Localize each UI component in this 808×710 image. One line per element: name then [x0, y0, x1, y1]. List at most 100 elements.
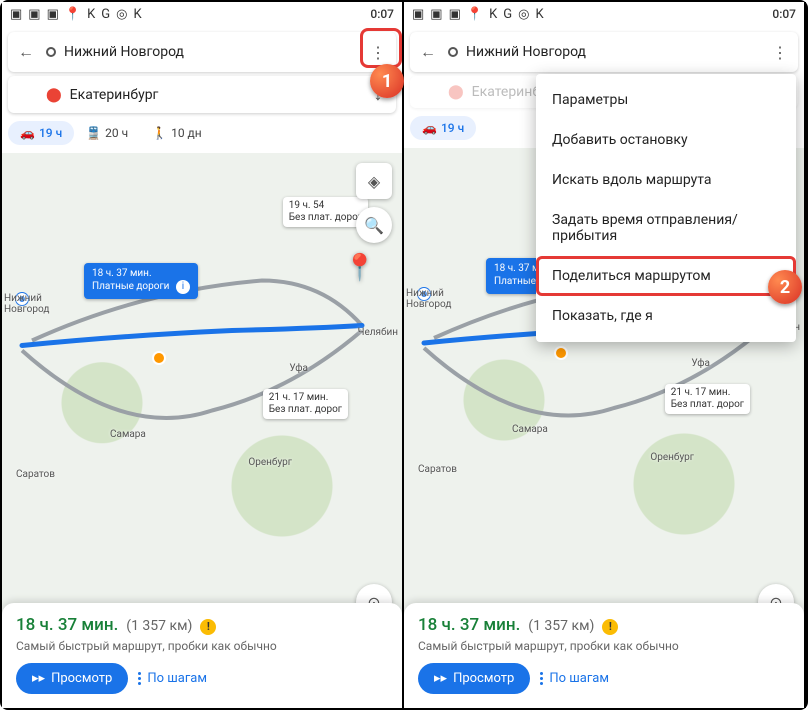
app-icon: G [101, 8, 110, 21]
overflow-menu-button[interactable]: ⋮ [768, 40, 792, 64]
directions-header: ← Нижний Новгород ⋮ ⬤ Екатеринбург Парам… [404, 26, 804, 112]
city-orenburg: Оренбург [650, 452, 694, 463]
car-icon: 🚗 [422, 121, 437, 135]
app-icon: ▣ [47, 8, 59, 21]
steps-button[interactable]: По шагам [138, 671, 207, 686]
status-bar: ▣ ▣ ▣ 📍 K G ◎ K 0:07 [2, 2, 402, 26]
app-icon: K [535, 8, 543, 21]
route-alt2-label[interactable]: 21 ч. 17 мин. Без плат. дорог [665, 384, 750, 414]
origin-circle-icon [448, 47, 458, 57]
app-icon: ▣ [412, 8, 424, 21]
app-icon: K [489, 8, 497, 21]
status-bar: ▣ ▣ ▣ 📍 K G ◎ K 0:07 [404, 2, 804, 26]
menu-params[interactable]: Параметры [536, 80, 796, 120]
pin-status-icon: 📍 [467, 8, 483, 21]
app-icon: ◎ [116, 8, 127, 21]
summary-duration: 18 ч. 37 мин. [418, 615, 520, 635]
origin-row[interactable]: ← Нижний Новгород ⋮ [8, 32, 396, 72]
mode-tab-transit[interactable]: 🚆 20 ч [74, 121, 140, 145]
route-primary-label[interactable]: 18 ч. 37 мин. Платные дороги i [84, 263, 198, 299]
layers-button[interactable]: ◈ [356, 163, 392, 199]
menu-add-stop[interactable]: Добавить остановку [536, 120, 796, 160]
city-nn: Нижний Новгород [406, 288, 451, 310]
route-alt2-label[interactable]: 21 ч. 17 мин. Без плат. дорог [263, 389, 348, 419]
city-chel: Челябин [358, 327, 398, 338]
pin-status-icon: 📍 [65, 8, 81, 21]
steps-icon [540, 672, 543, 685]
summary-duration: 18 ч. 37 мин. [16, 615, 118, 635]
walk-icon: 🚶 [152, 126, 167, 140]
callout-2: 2 [768, 270, 802, 304]
mode-tab-walk[interactable]: 🚶 10 дн [140, 121, 214, 145]
route-alt2-time: 21 ч. 17 мин. [269, 392, 329, 403]
overflow-menu: Параметры Добавить остановку Искать вдол… [536, 74, 796, 342]
car-icon: 🚗 [20, 126, 35, 140]
menu-share-route[interactable]: Поделиться маршрутом [536, 256, 796, 296]
phone-right: ▣ ▣ ▣ 📍 K G ◎ K 0:07 ← Нижний Новгород ⋮… [404, 2, 806, 708]
map[interactable]: 📍 18 ч. 37 мин. Платные дороги i 19 ч. 5… [2, 153, 402, 708]
route-alt1-sub: Без плат. дорог [289, 212, 362, 223]
callout-1: 1 [370, 64, 404, 98]
steps-button[interactable]: По шагам [540, 671, 609, 686]
steps-label: По шагам [549, 671, 609, 686]
app-icon: K [87, 8, 95, 21]
route-primary-sub: Платные дороги [92, 281, 169, 292]
mode-transit-label: 20 ч [105, 126, 128, 140]
route-alt2-sub: Без плат. дорог [269, 404, 342, 415]
menu-show-me[interactable]: Показать, где я [536, 296, 796, 336]
menu-search-along[interactable]: Искать вдоль маршрута [536, 160, 796, 200]
app-icon: ▣ [449, 8, 461, 21]
city-ufa: Уфа [289, 363, 308, 374]
app-icon: ▣ [430, 8, 442, 21]
destination-pin-icon: ⬤ [448, 84, 464, 100]
back-button[interactable]: ← [416, 40, 440, 64]
summary-distance: (1 357 км) [528, 618, 594, 634]
origin-circle-icon [46, 47, 56, 57]
preview-button[interactable]: ▸▸ Просмотр [418, 663, 530, 694]
travel-mode-tabs: 🚗 19 ч 🚆 20 ч 🚶 10 дн [2, 117, 402, 153]
preview-button[interactable]: ▸▸ Просмотр [16, 663, 128, 694]
city-ufa: Уфа [691, 358, 710, 369]
city-orenburg: Оренбург [248, 457, 292, 468]
summary-distance: (1 357 км) [126, 618, 192, 634]
directions-header: ← Нижний Новгород ⋮ ⬤ Екатеринбург ↕ 1 [2, 26, 402, 117]
mode-car-label: 19 ч [39, 126, 62, 140]
train-icon: 🚆 [86, 126, 101, 140]
city-nn: Нижний Новгород [4, 293, 49, 315]
route-summary-sheet: 18 ч. 37 мин. (1 357 км) ! Самый быстрый… [404, 603, 804, 708]
warning-icon[interactable]: ! [200, 619, 216, 635]
summary-subtitle: Самый быстрый маршрут, пробки как обычно [16, 639, 388, 653]
destination-row[interactable]: ⬤ Екатеринбург ↕ [8, 76, 396, 113]
app-icon: ▣ [10, 8, 22, 21]
mode-car-label: 19 ч [441, 121, 464, 135]
route-alt2-time: 21 ч. 17 мин. [671, 387, 731, 398]
origin-field[interactable]: Нижний Новгород [64, 44, 358, 60]
callout-1-highlight [360, 28, 402, 68]
mode-tab-car[interactable]: 🚗 19 ч [410, 116, 476, 140]
destination-field[interactable]: Екатеринбург [70, 87, 358, 103]
app-icon: K [133, 8, 141, 21]
phone-left: ▣ ▣ ▣ 📍 K G ◎ K 0:07 ← Нижний Новгород ⋮… [2, 2, 404, 708]
back-button[interactable]: ← [14, 40, 38, 64]
traffic-marker [554, 346, 568, 360]
app-icon: ▣ [28, 8, 40, 21]
mode-tab-car[interactable]: 🚗 19 ч [8, 121, 74, 145]
mode-walk-label: 10 дн [171, 126, 202, 140]
city-saratov: Саратов [418, 464, 457, 475]
search-map-button[interactable]: 🔍 [356, 207, 392, 243]
destination-marker: 📍 [344, 253, 376, 283]
origin-row[interactable]: ← Нижний Новгород ⋮ [410, 32, 798, 72]
route-primary-time: 18 ч. 37 мин. [92, 268, 152, 279]
menu-set-time[interactable]: Задать время отправления/прибытия [536, 200, 796, 256]
traffic-marker [152, 351, 166, 365]
summary-subtitle: Самый быстрый маршрут, пробки как обычно [418, 639, 790, 653]
city-samara: Самара [110, 429, 146, 440]
warning-icon[interactable]: ! [602, 619, 618, 635]
origin-field[interactable]: Нижний Новгород [466, 44, 760, 60]
route-alt1-time: 19 ч. 54 [289, 200, 325, 211]
info-icon: i [176, 280, 190, 294]
summary-line: 18 ч. 37 мин. (1 357 км) ! [16, 615, 388, 635]
nav-arrow-icon: ▸▸ [434, 671, 447, 686]
preview-label: Просмотр [51, 671, 112, 686]
preview-label: Просмотр [453, 671, 514, 686]
